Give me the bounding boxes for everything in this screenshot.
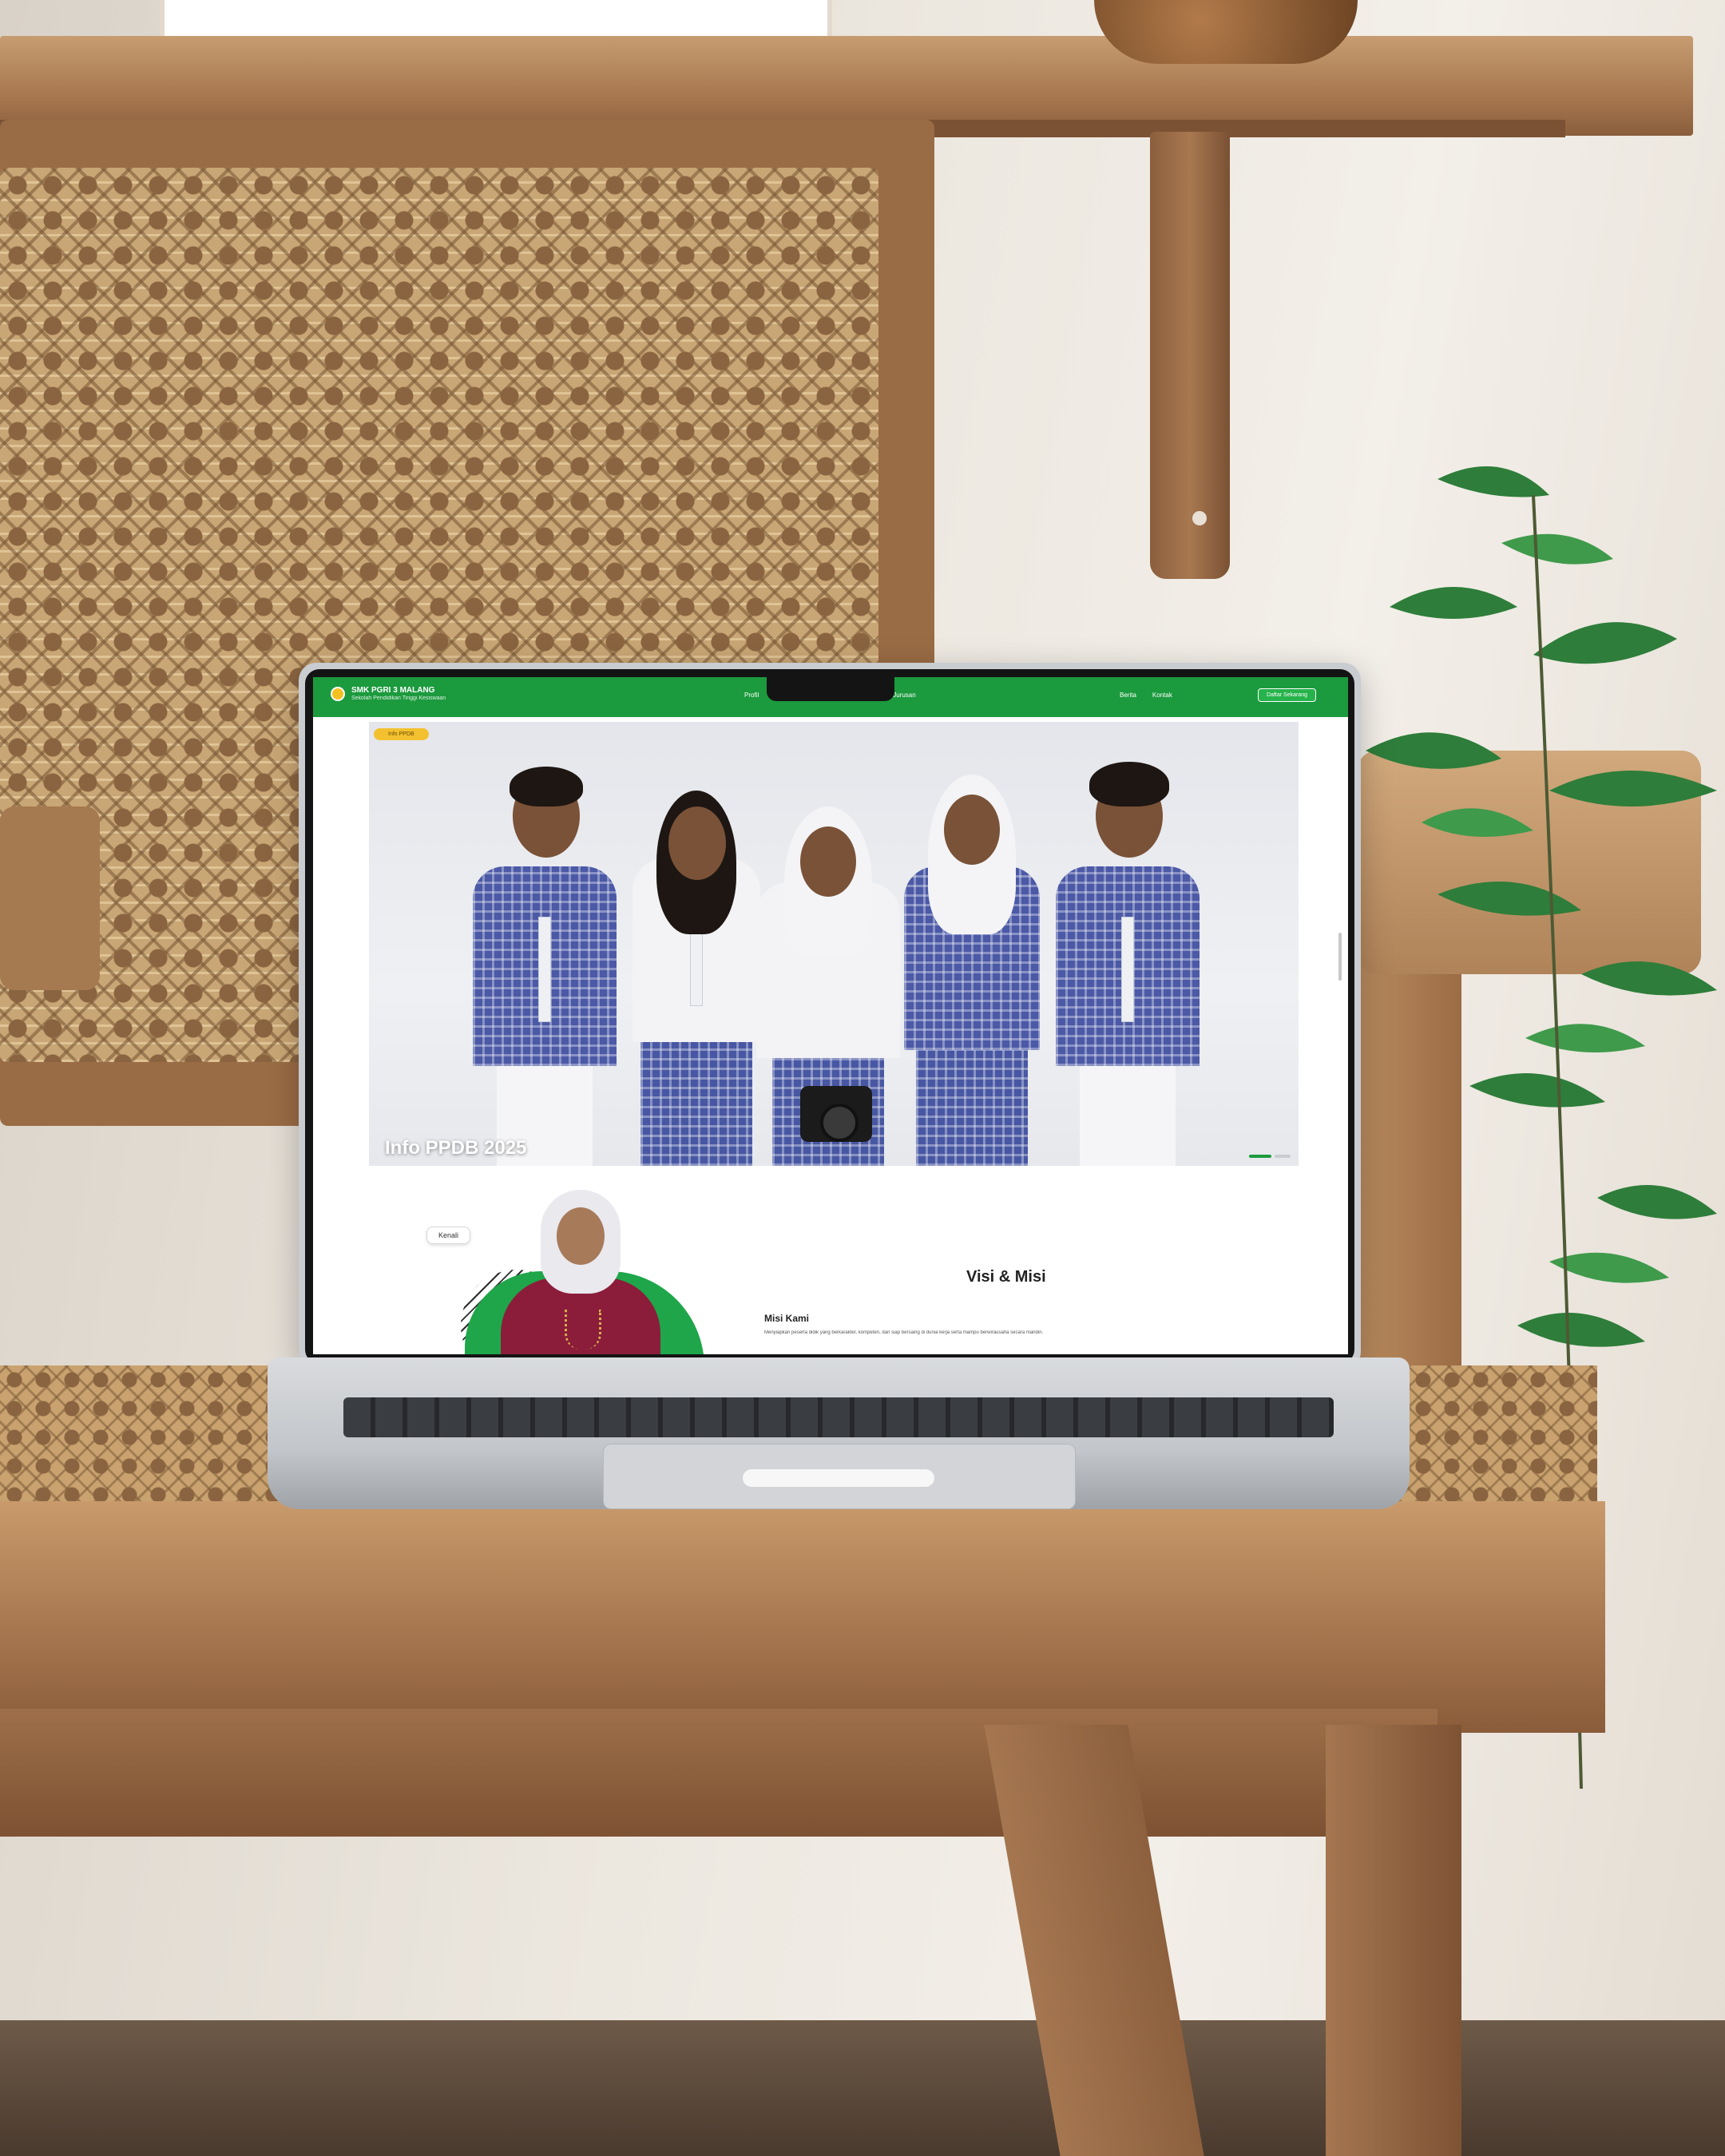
principal-photo — [501, 1190, 660, 1354]
misi-text: Menyiapkan peserta didik yang berkarakte… — [764, 1330, 1044, 1335]
student-hair — [1089, 762, 1169, 807]
student-face — [944, 795, 1000, 865]
school-logo-icon — [331, 687, 345, 701]
bracket-screw — [1192, 511, 1207, 525]
principal-face — [557, 1207, 605, 1265]
nav-item-kontak[interactable]: Kontak — [1152, 692, 1172, 699]
chair-post-left — [0, 807, 100, 990]
nav-item-berita[interactable]: Berita — [1120, 692, 1136, 699]
chair-seat-rail — [0, 1501, 1605, 1733]
ceramic-vase — [1094, 0, 1358, 64]
student-photo-2 — [625, 767, 768, 1166]
brand-name: SMK PGRI 3 MALANG — [351, 686, 435, 696]
slider-dot-2[interactable] — [1275, 1155, 1291, 1158]
shelf-bracket — [1150, 132, 1230, 579]
brand-tagline: Sekolah Pendidikan Tinggi Kesiswaan — [351, 695, 446, 701]
student-skirt — [916, 1046, 1028, 1166]
student-photo-5 — [1048, 751, 1208, 1166]
slider-dot-1[interactable] — [1249, 1155, 1271, 1158]
brand[interactable]: SMK PGRI 3 MALANG Sekolah Pendidikan Tin… — [331, 687, 446, 701]
camera-lens — [820, 1104, 859, 1142]
student-hair — [510, 767, 583, 807]
about-section: Kenali Visi & Misi Misi Kami Menyiapkan … — [313, 1166, 1348, 1354]
register-button[interactable]: Daftar Sekarang — [1258, 688, 1316, 702]
hero-title: Info PPDB 2025 — [385, 1137, 527, 1159]
hero-badge[interactable]: Info PPDB — [374, 728, 429, 740]
student-tie — [1121, 917, 1134, 1022]
student-photo-1 — [465, 751, 625, 1166]
visi-misi-title: Visi & Misi — [966, 1268, 1046, 1286]
nav-links-right: Berita Kontak — [1120, 692, 1172, 699]
student-photo-4 — [896, 767, 1048, 1166]
hero-slider: Info PPDB Info PPDB 2025 — [369, 722, 1299, 1166]
chair-leg-right — [1326, 1725, 1461, 2156]
slider-dots — [1249, 1155, 1291, 1158]
nav-item-jurusan[interactable]: Jurusan — [893, 692, 915, 699]
nav-item-profil[interactable]: Profil — [744, 692, 759, 699]
camera-notch — [767, 677, 894, 701]
student-face — [668, 807, 726, 880]
brand-text: SMK PGRI 3 MALANG Sekolah Pendidikan Tin… — [351, 687, 446, 701]
laptop-front-light — [743, 1469, 934, 1487]
camera-prop — [800, 1086, 872, 1142]
student-trousers — [1080, 1062, 1176, 1166]
principal-necklace — [565, 1310, 601, 1349]
student-face — [800, 826, 856, 897]
laptop-screen: SMK PGRI 3 MALANG Sekolah Pendidikan Tin… — [313, 677, 1348, 1354]
chair-crossbar — [0, 1709, 1438, 1837]
floor — [0, 2020, 1725, 2156]
laptop-keyboard — [343, 1397, 1334, 1437]
misi-label: Misi Kami — [764, 1313, 810, 1324]
student-skirt — [640, 1038, 752, 1166]
student-tie — [538, 917, 551, 1022]
kenali-button[interactable]: Kenali — [426, 1227, 471, 1244]
page-scrollbar[interactable] — [1338, 933, 1342, 981]
